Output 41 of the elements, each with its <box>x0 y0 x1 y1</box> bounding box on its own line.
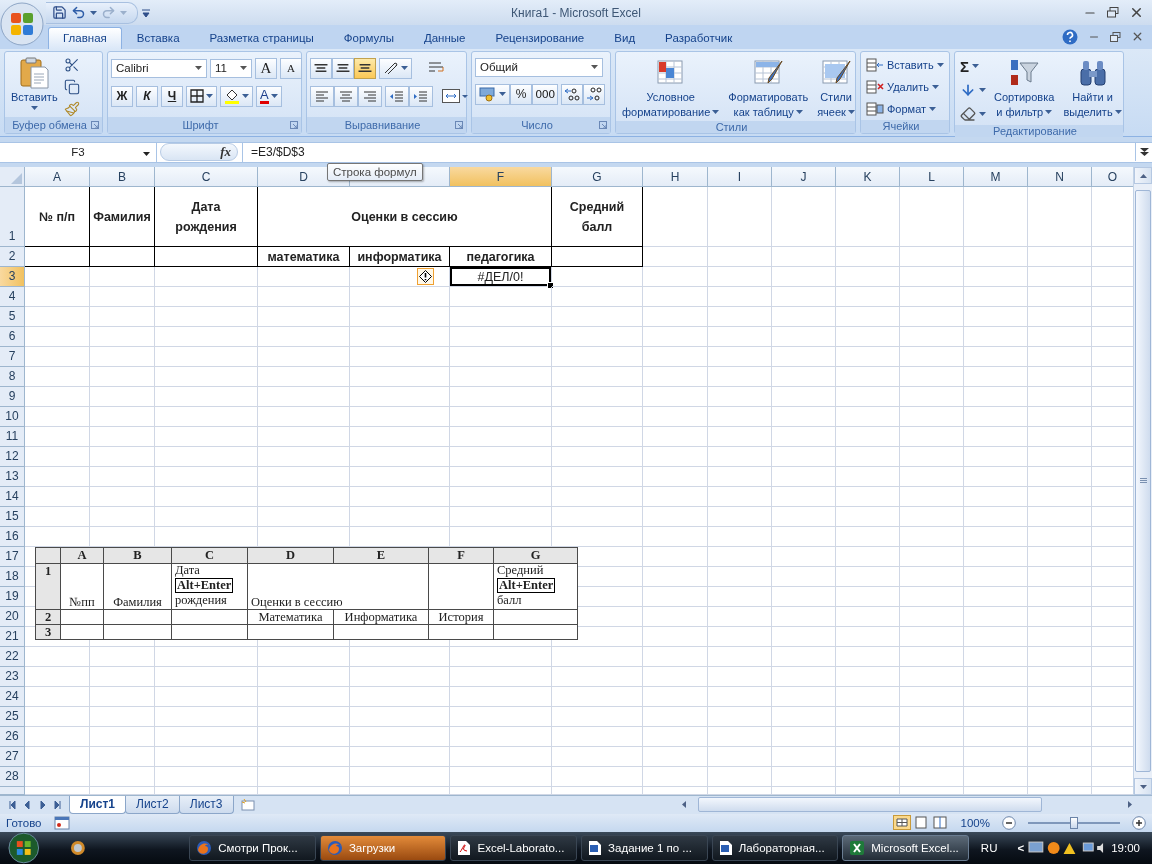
key-label: Alt+Enter <box>497 578 556 593</box>
column-header: A <box>61 548 104 564</box>
table-cell: № п/п <box>25 187 90 248</box>
column-header: G <box>494 548 578 564</box>
cell-text: Информатика <box>344 611 418 624</box>
window-title: Книга1 - Microsoft Excel <box>511 5 641 20</box>
group-label: Ячейки <box>882 120 920 133</box>
group-label: Стили <box>715 120 748 133</box>
cell-text: Фамилия <box>113 596 162 609</box>
cell-text: балл <box>497 594 522 607</box>
column-header: E <box>334 548 429 564</box>
column-header: F <box>429 548 494 564</box>
cell-text: Оценки в сессию <box>251 596 343 609</box>
cell-text: Математика <box>258 611 323 624</box>
cell-text: рождения <box>175 594 227 607</box>
column-header: B <box>104 548 172 564</box>
table-cell: Средний балл <box>552 187 643 248</box>
cell-text: Средний <box>497 564 544 577</box>
tooltip: Строка формул <box>327 163 423 181</box>
cell-text: История <box>438 611 484 624</box>
group-label: Редактирование <box>993 124 1077 137</box>
group-label: Выравнивание <box>344 118 421 131</box>
table-cell: Оценки в сессию <box>258 187 552 248</box>
table-cell: математика <box>258 247 350 268</box>
key-label: Alt+Enter <box>175 578 234 593</box>
table-cell: педагогика <box>450 247 552 268</box>
group-label: Буфер обмена <box>12 118 87 131</box>
column-header: C <box>172 548 248 564</box>
cell-text: Дата <box>175 564 200 577</box>
column-header: D <box>248 548 334 564</box>
table-cell: #ДЕЛ/0! <box>450 267 552 288</box>
group-label: Число <box>521 118 553 131</box>
cell-text: №пп <box>69 596 95 609</box>
status-text: Готово <box>6 816 42 829</box>
table-cell: информатика <box>350 247 450 268</box>
row-header: 2 <box>36 610 61 625</box>
row-header: 1 <box>36 564 61 610</box>
table-cell: Дата рождения <box>155 187 258 248</box>
group-label: Шрифт <box>182 118 219 131</box>
row-header: 3 <box>36 625 61 640</box>
table-cell: Фамилия <box>90 187 155 248</box>
